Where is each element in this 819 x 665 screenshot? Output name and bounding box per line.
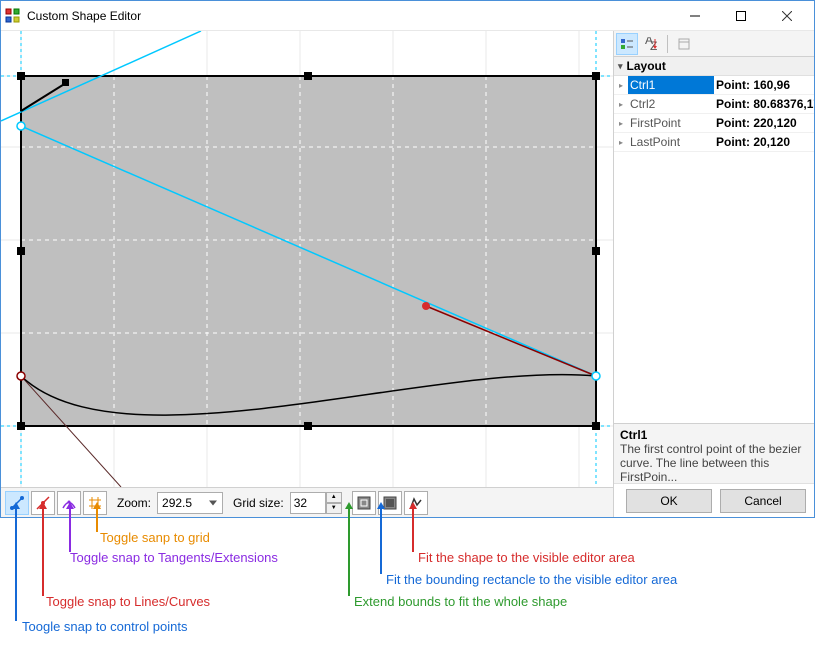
ok-button[interactable]: OK	[626, 489, 712, 513]
annotation-label: Toggle sanp to grid	[100, 530, 210, 545]
property-row[interactable]: ▸Ctrl2Point: 80.68376,17	[614, 95, 814, 114]
zoom-combo[interactable]: 292.5	[157, 492, 223, 514]
help-body: The first control point of the bezier cu…	[620, 442, 808, 483]
zoom-label: Zoom:	[117, 496, 151, 510]
annotation-label: Toogle snap to control points	[22, 619, 188, 634]
dialog-buttons: OK Cancel	[614, 483, 814, 517]
annotation-label: Extend bounds to fit the whole shape	[354, 594, 567, 609]
close-button[interactable]	[764, 2, 810, 30]
annotation-label: Fit the shape to the visible editor area	[418, 550, 635, 565]
titlebar: Custom Shape Editor	[1, 1, 814, 31]
property-grid[interactable]: ▾Layout ▸Ctrl1Point: 160,96▸Ctrl2Point: …	[614, 57, 814, 423]
spin-down[interactable]: ▼	[326, 503, 342, 514]
maximize-button[interactable]	[718, 2, 764, 30]
grid-size-input[interactable]	[290, 492, 326, 514]
grid-size-label: Grid size:	[233, 496, 284, 510]
spin-up[interactable]: ▲	[326, 492, 342, 503]
window-controls	[672, 2, 810, 30]
minimize-button[interactable]	[672, 2, 718, 30]
grid-size-spinner[interactable]: ▲▼	[290, 492, 342, 514]
annotation-label: Fit the bounding rectancle to the visibl…	[386, 572, 677, 587]
annotation-label: Toggle snap to Lines/Curves	[46, 594, 210, 609]
property-row[interactable]: ▸LastPointPoint: 20,120	[614, 133, 814, 152]
canvas[interactable]	[1, 31, 613, 487]
app-icon	[5, 8, 21, 24]
category-layout[interactable]: ▾Layout	[614, 57, 814, 76]
cancel-button[interactable]: Cancel	[720, 489, 806, 513]
help-title: Ctrl1	[620, 428, 808, 442]
property-row[interactable]: ▸Ctrl1Point: 160,96	[614, 76, 814, 95]
propgrid-toolbar: AZ	[614, 31, 814, 57]
property-pages-icon[interactable]	[673, 33, 695, 55]
categorized-icon[interactable]	[616, 33, 638, 55]
window-title: Custom Shape Editor	[27, 9, 672, 23]
annotation-label: Toggle snap to Tangents/Extensions	[70, 550, 278, 565]
help-pane: Ctrl1 The first control point of the bez…	[614, 423, 814, 483]
svg-text:Z: Z	[650, 39, 657, 51]
property-pane: AZ ▾Layout ▸Ctrl1Point: 160,96▸Ctrl2Poin…	[614, 31, 814, 517]
property-row[interactable]: ▸FirstPointPoint: 220,120	[614, 114, 814, 133]
app-window: Custom Shape Editor	[0, 0, 815, 518]
alphabetical-icon[interactable]: AZ	[640, 33, 662, 55]
extend-bounds-button[interactable]	[352, 491, 376, 515]
canvas-pane: Zoom: 292.5 Grid size: ▲▼	[1, 31, 614, 517]
